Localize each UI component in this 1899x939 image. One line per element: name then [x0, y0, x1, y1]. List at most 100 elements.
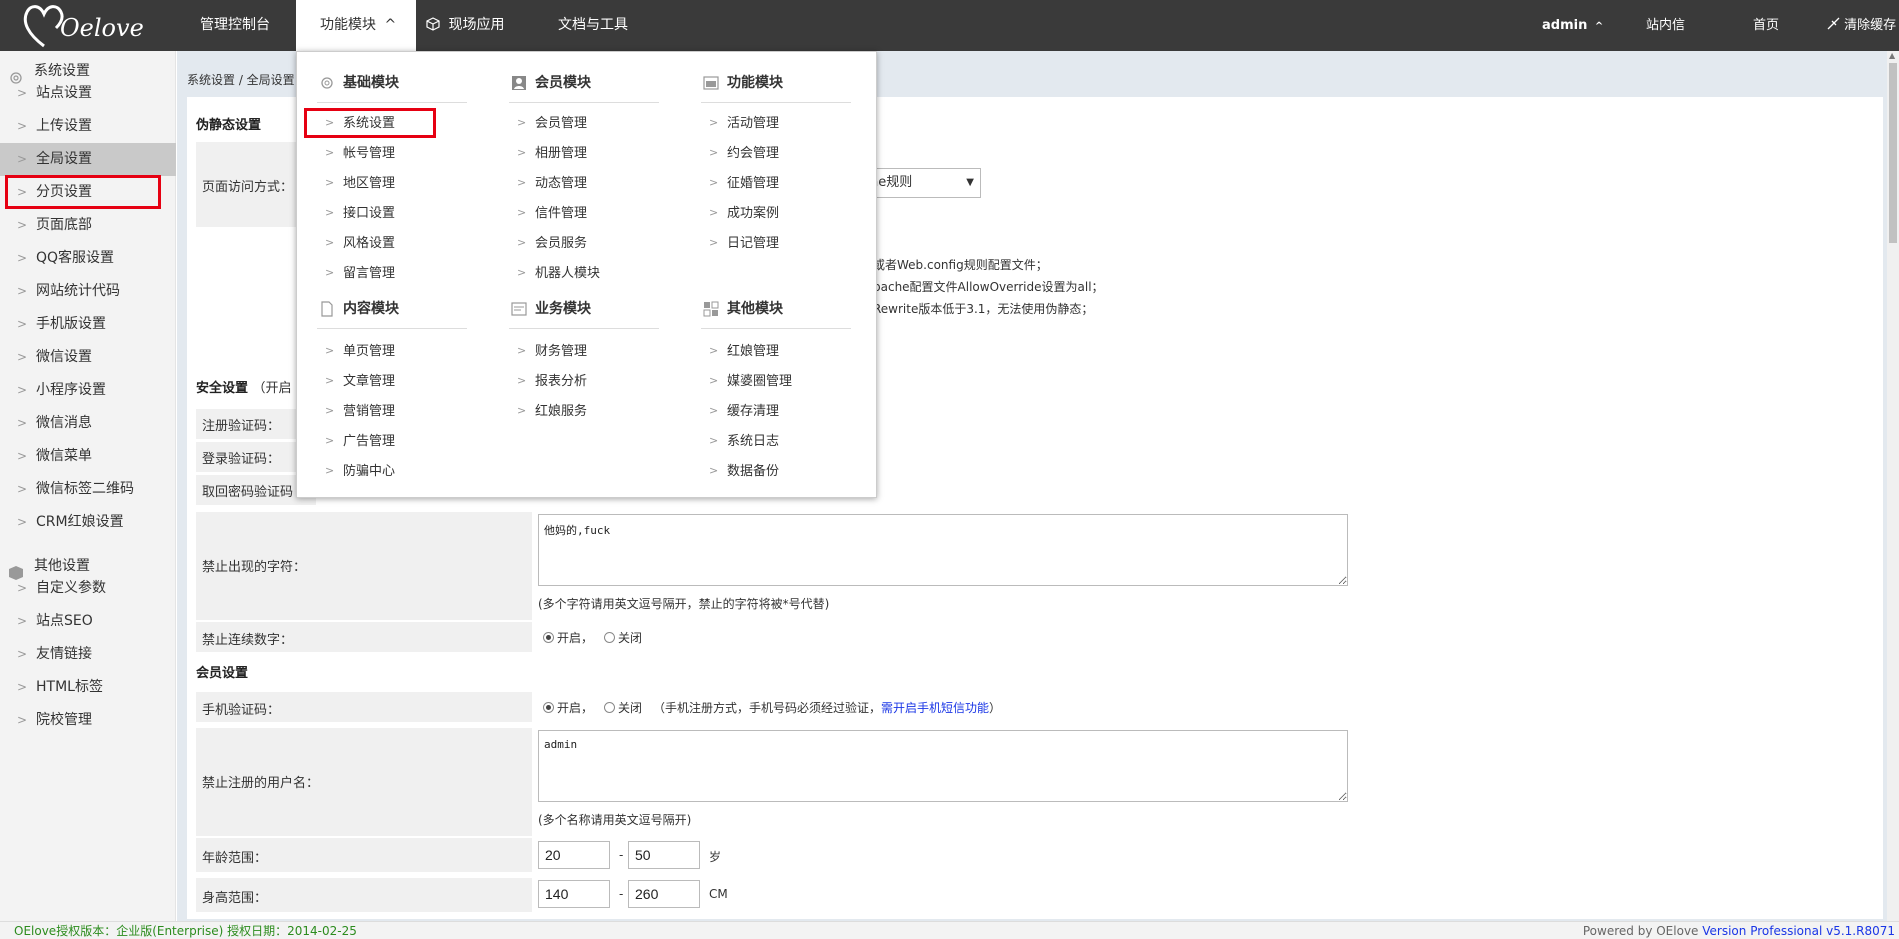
sidebar-item[interactable]: > QQ客服设置 [0, 242, 176, 275]
divider [701, 102, 851, 103]
menu-item-label: 系统日志 [727, 434, 780, 449]
scrollbar-thumb[interactable] [1889, 63, 1897, 243]
menu-item[interactable]: > 接口设置 [317, 204, 457, 224]
nav-function-modules[interactable]: 功能模块 ^ [296, 0, 416, 51]
menu-heading-basic: 基础模块 [317, 72, 467, 94]
sidebar-item-label: 网站统计代码 [36, 283, 120, 299]
menu-item[interactable]: > 营销管理 [317, 402, 457, 422]
menu-item[interactable]: > 媒婆圈管理 [701, 372, 841, 392]
chevron-right-icon: > [517, 266, 527, 279]
menu-item[interactable]: > 会员管理 [509, 114, 649, 134]
rewrite-rule-select[interactable]: he规则 ▼ [867, 168, 981, 198]
sidebar-item[interactable]: > 网站统计代码 [0, 275, 176, 308]
sidebar-item[interactable]: > 微信菜单 [0, 440, 176, 473]
nav-messages[interactable]: 站内信 [1646, 0, 1685, 51]
chevron-right-icon: > [325, 116, 335, 129]
menu-heading-label: 基础模块 [343, 75, 399, 91]
chevron-right-icon: > [517, 374, 527, 387]
chevron-right-icon: > [17, 350, 28, 364]
menu-item[interactable]: > 活动管理 [701, 114, 841, 134]
gear-icon [319, 75, 335, 91]
sidebar-item[interactable]: > 友情链接 [0, 638, 176, 671]
menu-item-label: 数据备份 [727, 464, 780, 479]
menu-item[interactable]: > 报表分析 [509, 372, 649, 392]
row-label: 年龄范围： [196, 838, 532, 872]
age-max-input[interactable] [628, 841, 700, 869]
menu-item[interactable]: > 文章管理 [317, 372, 457, 392]
version-link[interactable]: Version Professional v5.1.R8071 [1702, 924, 1895, 938]
forbid-digits-radio-on[interactable]: 开启， [543, 629, 593, 646]
menu-item[interactable]: > 系统日志 [701, 432, 841, 452]
menu-item[interactable]: > 帐号管理 [317, 144, 457, 164]
forbid-digits-label: 禁止连续数字： [202, 633, 294, 648]
sidebar-item[interactable]: > 全局设置 [0, 143, 176, 176]
menu-item[interactable]: > 征婚管理 [701, 174, 841, 194]
chevron-right-icon: > [17, 581, 28, 595]
menu-item-label: 红娘服务 [535, 404, 588, 419]
sms-settings-link[interactable]: 需开启手机短信功能 [881, 701, 989, 715]
menu-item[interactable]: > 会员服务 [509, 234, 649, 254]
forbid-chars-textarea[interactable]: 他妈的,fuck [538, 514, 1348, 586]
menu-item[interactable]: > 风格设置 [317, 234, 457, 254]
sidebar-item[interactable]: > HTML标签 [0, 671, 176, 704]
sidebar-item[interactable]: > 站点SEO [0, 605, 176, 638]
menu-item[interactable]: > 动态管理 [509, 174, 649, 194]
nav-home[interactable]: 首页 [1753, 0, 1779, 51]
menu-item[interactable]: > 财务管理 [509, 342, 649, 362]
chevron-right-icon: > [17, 515, 28, 529]
user-menu[interactable]: admin ^ [1542, 0, 1603, 51]
menu-item[interactable]: > 数据备份 [701, 462, 841, 482]
menu-item[interactable]: > 约会管理 [701, 144, 841, 164]
sidebar-item[interactable]: > 自定义参数 [0, 572, 176, 605]
menu-item[interactable]: > 日记管理 [701, 234, 841, 254]
sidebar-item[interactable]: > 页面底部 [0, 209, 176, 242]
menu-item[interactable]: > 红娘服务 [509, 402, 649, 422]
menu-item[interactable]: > 广告管理 [317, 432, 457, 452]
sidebar-item[interactable]: > 微信消息 [0, 407, 176, 440]
sidebar-item-label: 微信消息 [36, 415, 92, 431]
sidebar-item[interactable]: > 上传设置 [0, 110, 176, 143]
nav-onsite-apps[interactable]: 现场应用 [426, 0, 504, 51]
document-icon [319, 301, 335, 317]
menu-item[interactable]: > 系统设置 [317, 114, 457, 134]
menu-item[interactable]: > 机器人模块 [509, 264, 649, 284]
age-min-input[interactable] [538, 841, 610, 869]
sidebar-item-label: 站点SEO [36, 613, 93, 629]
forbid-users-textarea[interactable]: admin [538, 730, 1348, 802]
sidebar-item[interactable]: > 分页设置 [0, 176, 176, 209]
menu-item[interactable]: > 信件管理 [509, 204, 649, 224]
height-max-input[interactable] [628, 880, 700, 908]
chevron-right-icon: > [325, 206, 335, 219]
scroll-up-icon[interactable]: ▲ [1889, 51, 1895, 60]
logo[interactable]: Oelove [22, 2, 162, 50]
chevron-right-icon: > [17, 713, 28, 727]
sidebar-item[interactable]: > 院校管理 [0, 704, 176, 737]
chevron-right-icon: > [17, 86, 28, 100]
section-title: 会员设置 [196, 666, 249, 681]
sidebar-item[interactable]: > 微信设置 [0, 341, 176, 374]
scrollbar[interactable]: ▲ [1887, 51, 1899, 921]
menu-item[interactable]: > 地区管理 [317, 174, 457, 194]
menu-item[interactable]: > 缓存清理 [701, 402, 841, 422]
menu-item[interactable]: > 防骗中心 [317, 462, 457, 482]
mobile-code-radio-on[interactable]: 开启， [543, 699, 593, 716]
nav-docs-tools[interactable]: 文档与工具 [558, 0, 628, 51]
sidebar-item-label: 上传设置 [36, 118, 92, 134]
menu-item[interactable]: > 红娘管理 [701, 342, 841, 362]
sidebar-item[interactable]: > 站点设置 [0, 77, 176, 110]
login-code-label: 登录验证码： [202, 452, 281, 467]
sidebar-item[interactable]: > 微信标签二维码 [0, 473, 176, 506]
nav-console[interactable]: 管理控制台 [200, 0, 270, 51]
sidebar-item[interactable]: > CRM红娘设置 [0, 506, 176, 539]
forbid-digits-radio-off[interactable]: 关闭 [604, 629, 642, 646]
menu-item[interactable]: > 相册管理 [509, 144, 649, 164]
sidebar-item[interactable]: > 手机版设置 [0, 308, 176, 341]
height-min-input[interactable] [538, 880, 610, 908]
menu-item[interactable]: > 留言管理 [317, 264, 457, 284]
menu-item[interactable]: > 成功案例 [701, 204, 841, 224]
clear-cache-button[interactable]: 清除缓存 [1826, 0, 1899, 51]
sidebar-item[interactable]: > 小程序设置 [0, 374, 176, 407]
menu-heading-label: 内容模块 [343, 301, 399, 317]
menu-item[interactable]: > 单页管理 [317, 342, 457, 362]
mobile-code-radio-off[interactable]: 关闭 [604, 699, 642, 716]
